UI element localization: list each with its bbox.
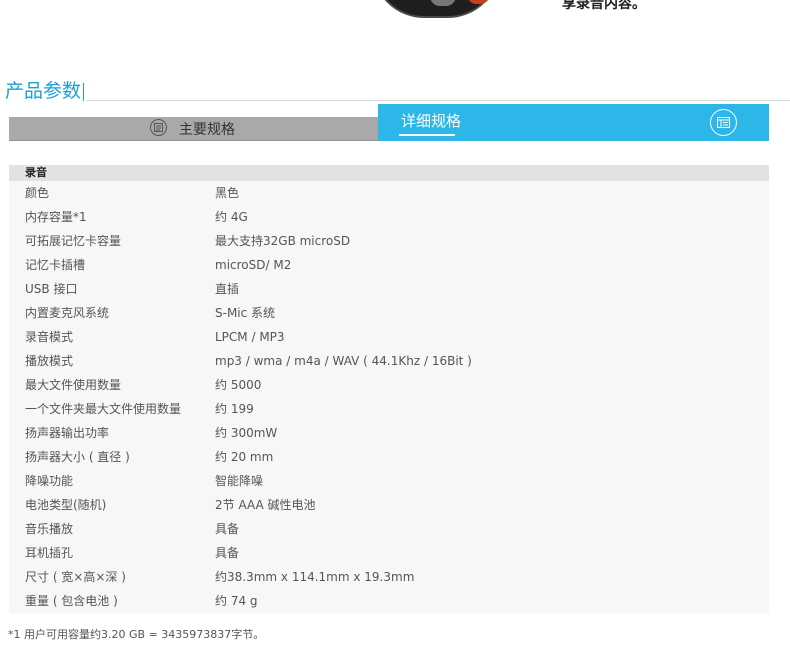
spec-key: 重量 ( 包含电池 ) [25, 594, 118, 608]
section-divider [86, 100, 790, 101]
spec-value: mp3 / wma / m4a / WAV ( 44.1Khz / 16Bit … [215, 354, 472, 368]
spec-row: 播放模式 mp3 / wma / m4a / WAV ( 44.1Khz / 16… [9, 349, 769, 373]
spec-row: 尺寸 ( 宽×高×深 ) 约38.3mm x 114.1mm x 19.3mm [9, 565, 769, 589]
spec-value: 约38.3mm x 114.1mm x 19.3mm [215, 570, 415, 584]
spec-value: 黑色 [215, 186, 240, 200]
spec-table: 录音 颜色 黑色内存容量*1 约 4G 可拓展记忆卡容量 最大支持32GB microS… [9, 165, 769, 613]
spec-sheet-icon [710, 109, 737, 136]
spec-value: 具备 [215, 522, 240, 536]
spec-value: 直插 [215, 282, 240, 296]
spec-value: 约 74 g [215, 594, 258, 608]
banner-caption: 享录音内容。 [562, 0, 646, 12]
spec-tabs: 主要规格 详细规格 [9, 104, 769, 141]
spec-row: 扬声器输出功率 约 300mW [9, 421, 769, 445]
spec-row: 内置麦克风系统 S-Mic 系统 [9, 301, 769, 325]
spec-key: 可拓展记忆卡容量 [25, 234, 122, 248]
spec-key: 扬声器输出功率 [25, 426, 110, 440]
spec-row: 电池类型(随机) 2节 AAA 碱性电池 [9, 493, 769, 517]
tab-detailed-specs[interactable]: 详细规格 [378, 104, 769, 141]
spec-key: 记忆卡插槽 [25, 258, 86, 272]
tab-main-specs-label: 主要规格 [179, 122, 235, 138]
spec-key: 尺寸 ( 宽×高×深 ) [25, 570, 126, 584]
spec-key: 一个文件夹最大文件使用数量 [25, 402, 182, 416]
spec-row: 扬声器大小 ( 直径 ) 约 20 mm [9, 445, 769, 469]
spec-row: 颜色 黑色 [9, 181, 769, 205]
active-tab-indicator [399, 134, 455, 136]
spec-key: 播放模式 [25, 354, 74, 368]
spec-value: 最大支持32GB microSD [215, 234, 351, 248]
product-spec-page: 享录音内容。 产品参数 主要规格 详细规格 录音 颜色 黑色 内存容量*1 约 … [0, 0, 790, 651]
spec-value: 约 4G [215, 210, 248, 224]
spec-value: 约 20 mm [215, 450, 274, 464]
spec-key: 耳机插孔 [25, 546, 74, 560]
spec-row: 可拓展记忆卡容量 最大支持32GB microSD [9, 229, 769, 253]
capacity-footnote: *1 用户可用容量约3.20 GB = 3435973837字节。 [8, 628, 265, 641]
spec-value: microSD/ M2 [215, 258, 292, 272]
spec-row: USB 接口 直插 [9, 277, 769, 301]
document-list-icon [150, 119, 167, 136]
product-banner-fragment: 享录音内容。 [0, 0, 790, 30]
spec-key: 内存容量*1 [25, 210, 87, 224]
tab-detailed-specs-label: 详细规格 [401, 112, 462, 130]
spec-row: 内存容量*1 约 4G [9, 205, 769, 229]
spec-row: 最大文件使用数量 约 5000 [9, 373, 769, 397]
spec-key: 扬声器大小 ( 直径 ) [25, 450, 130, 464]
spec-key: 音乐播放 [25, 522, 74, 536]
recorder-device-image [372, 0, 500, 18]
section-title: 产品参数 [5, 79, 85, 103]
spec-value: 智能降噪 [215, 474, 264, 488]
spec-row: 一个文件夹最大文件使用数量 约 199 [9, 397, 769, 421]
spec-value: LPCM / MP3 [215, 330, 285, 344]
tab-main-specs[interactable]: 主要规格 [9, 117, 378, 141]
spec-row: 音乐播放 具备 [9, 517, 769, 541]
spec-row: 重量 ( 包含电池 ) 约 74 g [9, 589, 769, 613]
spec-key: 录音模式 [25, 330, 74, 344]
spec-value: 约 199 [215, 402, 254, 416]
spec-row: 降噪功能 智能降噪 [9, 469, 769, 493]
spec-value: 约 5000 [215, 378, 262, 392]
spec-group-title: 录音 [9, 165, 769, 181]
spec-row: 记忆卡插槽 microSD/ M2 [9, 253, 769, 277]
spec-key: 内置麦克风系统 [25, 306, 110, 320]
spec-key: USB 接口 [25, 282, 78, 296]
spec-value: 2节 AAA 碱性电池 [215, 498, 316, 512]
spec-key: 颜色 [25, 186, 50, 200]
spec-key: 电池类型(随机) [25, 498, 107, 512]
spec-key: 最大文件使用数量 [25, 378, 122, 392]
spec-row: 耳机插孔 具备 [9, 541, 769, 565]
spec-key: 降噪功能 [25, 474, 74, 488]
spec-value: S-Mic 系统 [215, 306, 276, 320]
spec-value: 具备 [215, 546, 240, 560]
spec-rows: 颜色 黑色内存容量*1 约 4G 可拓展记忆卡容量 最大支持32GB microSD 记忆… [9, 181, 769, 613]
spec-row: 录音模式 LPCM / MP3 [9, 325, 769, 349]
spec-value: 约 300mW [215, 426, 278, 440]
